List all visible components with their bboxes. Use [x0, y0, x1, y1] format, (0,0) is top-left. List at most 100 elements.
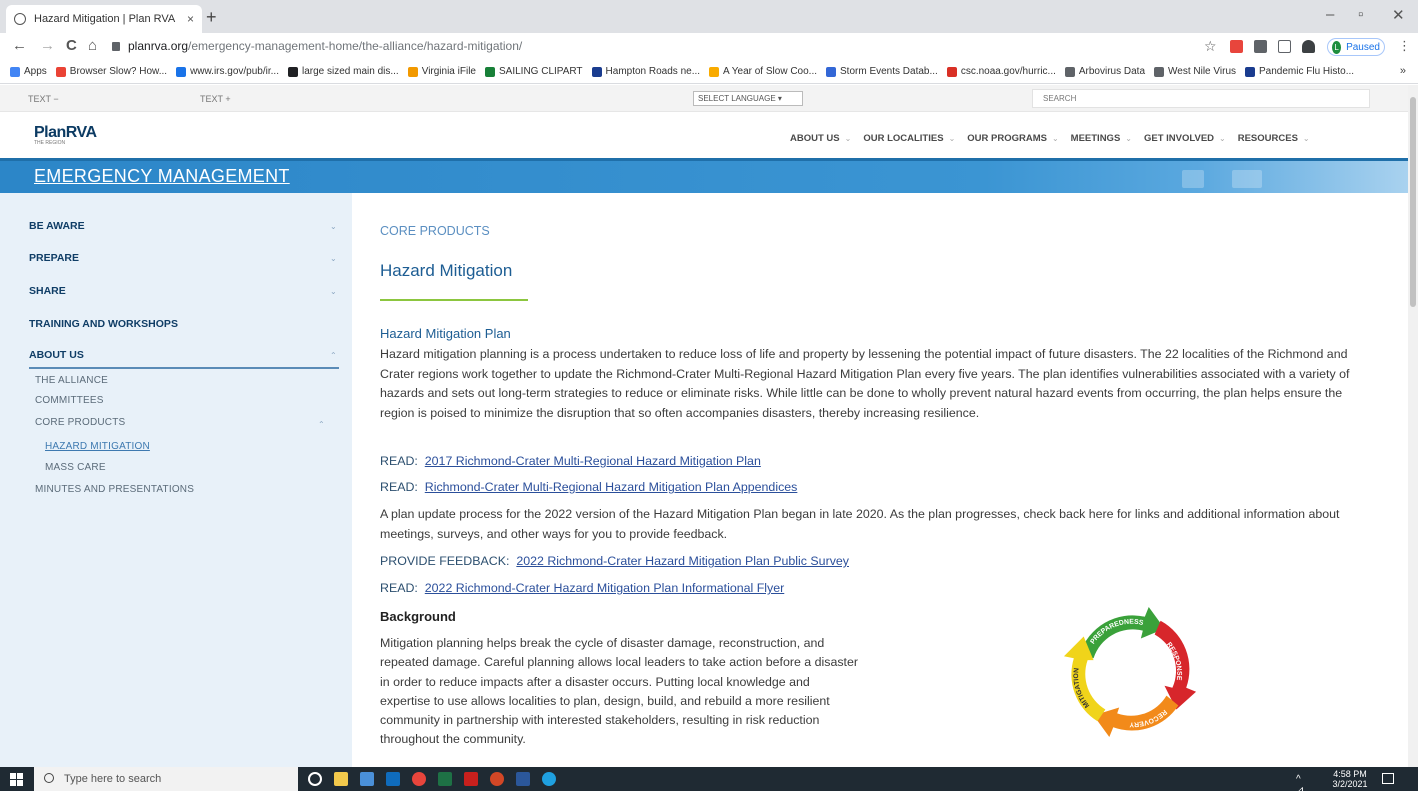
bookmark-label: Apps	[24, 66, 47, 77]
nav-meetings[interactable]: MEETINGS ⌄	[1071, 133, 1132, 144]
hmp-appendices-link[interactable]: Richmond-Crater Multi-Regional Hazard Mi…	[425, 480, 798, 494]
search-icon	[44, 773, 54, 783]
bookmarks-overflow-button[interactable]: »	[1400, 65, 1406, 77]
bookmark-label: West Nile Virus	[1168, 66, 1236, 77]
sidebar-item-committees[interactable]: COMMITTEES	[35, 395, 104, 406]
windows-start-icon[interactable]	[10, 773, 23, 786]
edge-icon[interactable]	[542, 772, 556, 786]
forward-button[interactable]: →	[40, 37, 55, 55]
bookmark-item[interactable]: csc.noaa.gov/hurric...	[946, 66, 1056, 77]
bookmark-item[interactable]: A Year of Slow Coo...	[709, 66, 817, 77]
informational-flyer-link[interactable]: 2022 Richmond-Crater Hazard Mitigation P…	[425, 581, 785, 595]
bookmark-item[interactable]: www.irs.gov/pub/ir...	[176, 66, 279, 77]
store-icon[interactable]	[360, 772, 374, 786]
bookmark-label: large sized main dis...	[301, 66, 399, 77]
outlook-icon[interactable]	[386, 772, 400, 786]
home-button[interactable]: ⌂	[88, 37, 97, 55]
text-increase-button[interactable]: TEXT +	[200, 94, 231, 104]
sidebar-item-core-products[interactable]: CORE PRODUCTS	[35, 417, 125, 428]
hmp-2017-link[interactable]: 2017 Richmond-Crater Multi-Regional Haza…	[425, 454, 761, 468]
extension-icon[interactable]	[1278, 40, 1291, 53]
chevron-up-icon[interactable]: ⌃	[330, 351, 337, 360]
bookmark-star-icon[interactable]: ☆	[1204, 37, 1217, 55]
minimize-button[interactable]: –	[1326, 6, 1334, 23]
taskbar-search-input[interactable]: Type here to search	[34, 767, 298, 791]
bookmark-item[interactable]: Storm Events Datab...	[826, 66, 938, 77]
link-prefix: PROVIDE FEEDBACK:	[380, 554, 510, 568]
scrollbar-thumb[interactable]	[1410, 97, 1416, 307]
sidebar-item-share[interactable]: SHARE	[29, 285, 66, 297]
close-window-button[interactable]: ✕	[1392, 6, 1405, 24]
nav-about-us[interactable]: ABOUT US ⌄	[790, 133, 851, 144]
file-explorer-icon[interactable]	[334, 772, 348, 786]
extension-icon[interactable]	[1254, 40, 1267, 53]
banner-title-link[interactable]: EMERGENCY MANAGEMENT	[34, 166, 290, 187]
bookmark-label: Hampton Roads ne...	[605, 66, 701, 77]
tray-icons[interactable]: ^ ⊿	[1296, 774, 1304, 796]
nav-our-localities[interactable]: OUR LOCALITIES ⌄	[863, 133, 955, 144]
nav-our-programs[interactable]: OUR PROGRAMS ⌄	[967, 133, 1058, 144]
address-bar[interactable]: planrva.org/emergency-management-home/th…	[112, 36, 1192, 57]
sidebar-item-training[interactable]: TRAINING AND WORKSHOPS	[29, 318, 178, 330]
bookmark-favicon-icon	[946, 66, 957, 77]
text-decrease-button[interactable]: TEXT −	[28, 94, 59, 104]
bookmark-item[interactable]: large sized main dis...	[287, 66, 399, 77]
chrome-icon[interactable]	[412, 772, 426, 786]
acrobat-icon[interactable]	[464, 772, 478, 786]
url-path: /emergency-management-home/the-alliance/…	[188, 39, 523, 53]
sidebar-item-about-us[interactable]: ABOUT US	[29, 349, 84, 361]
logo-text: PlanRVA	[34, 124, 97, 141]
sidebar-item-hazard-mitigation[interactable]: HAZARD MITIGATION	[45, 441, 150, 452]
sidebar-item-mass-care[interactable]: MASS CARE	[45, 462, 106, 473]
profile-button[interactable]: L Paused	[1327, 38, 1385, 56]
bookmark-item[interactable]: Pandemic Flu Histo...	[1245, 66, 1354, 77]
reload-button[interactable]: C	[66, 37, 77, 55]
chevron-down-icon: ⌄	[1125, 134, 1132, 143]
sidebar: BE AWARE ⌄ PREPARE ⌄ SHARE ⌄ TRAINING AN…	[0, 193, 352, 767]
chevron-down-icon[interactable]: ⌄	[330, 222, 337, 231]
banner-decoration	[1182, 170, 1204, 188]
public-survey-link[interactable]: 2022 Richmond-Crater Hazard Mitigation P…	[516, 554, 849, 568]
site-search-input[interactable]: SEARCH	[1032, 89, 1370, 108]
language-select[interactable]: SELECT LANGUAGE ▾	[693, 91, 803, 106]
page-scrollbar[interactable]	[1408, 85, 1418, 767]
bookmark-label: Arbovirus Data	[1078, 66, 1146, 77]
sidebar-item-minutes[interactable]: MINUTES AND PRESENTATIONS	[35, 484, 194, 495]
bookmark-item[interactable]: Hampton Roads ne...	[591, 66, 701, 77]
browser-menu-icon[interactable]: ⋮	[1398, 37, 1411, 55]
bookmark-item[interactable]: SAILING CLIPART	[485, 66, 583, 77]
excel-icon[interactable]	[438, 772, 452, 786]
sidebar-item-the-alliance[interactable]: THE ALLIANCE	[35, 375, 108, 386]
bookmark-item[interactable]: Apps	[10, 66, 47, 77]
back-button[interactable]: ←	[12, 37, 27, 55]
extension-icon[interactable]	[1230, 40, 1243, 53]
taskbar-search-placeholder: Type here to search	[64, 773, 162, 785]
planrva-logo[interactable]: PlanRVA THE REGION	[34, 124, 97, 146]
puzzle-icon[interactable]	[1302, 40, 1315, 53]
nav-resources[interactable]: RESOURCES ⌄	[1238, 133, 1310, 144]
chevron-up-icon[interactable]: ⌃	[318, 420, 325, 429]
chevron-down-icon[interactable]: ⌄	[330, 287, 337, 296]
restore-button[interactable]: ▫	[1358, 6, 1363, 23]
profile-status: Paused	[1346, 41, 1380, 53]
nav-label: ABOUT US	[790, 133, 840, 144]
bookmark-item[interactable]: Browser Slow? How...	[55, 66, 167, 77]
browser-tab[interactable]: Hazard Mitigation | Plan RVA ×	[6, 5, 202, 33]
sidebar-item-prepare[interactable]: PREPARE	[29, 252, 79, 264]
word-icon[interactable]	[516, 772, 530, 786]
avatar: L	[1332, 40, 1342, 54]
sidebar-item-be-aware[interactable]: BE AWARE	[29, 220, 85, 232]
bookmark-item[interactable]: Virginia iFile	[407, 66, 476, 77]
notifications-icon[interactable]	[1382, 773, 1394, 784]
clock[interactable]: 4:58 PM 3/2/2021	[1330, 769, 1370, 789]
site-header: PlanRVA THE REGION ABOUT US ⌄ OUR LOCALIT…	[0, 112, 1418, 158]
powerpoint-icon[interactable]	[490, 772, 504, 786]
bookmark-item[interactable]: West Nile Virus	[1154, 66, 1236, 77]
bookmark-item[interactable]: Arbovirus Data	[1064, 66, 1146, 77]
chevron-down-icon[interactable]: ⌄	[330, 254, 337, 263]
link-prefix: READ:	[380, 581, 418, 595]
task-view-icon[interactable]	[308, 772, 322, 786]
nav-get-involved[interactable]: GET INVOLVED ⌄	[1144, 133, 1226, 144]
new-tab-button[interactable]: +	[206, 7, 217, 27]
tab-close-button[interactable]: ×	[187, 12, 194, 26]
